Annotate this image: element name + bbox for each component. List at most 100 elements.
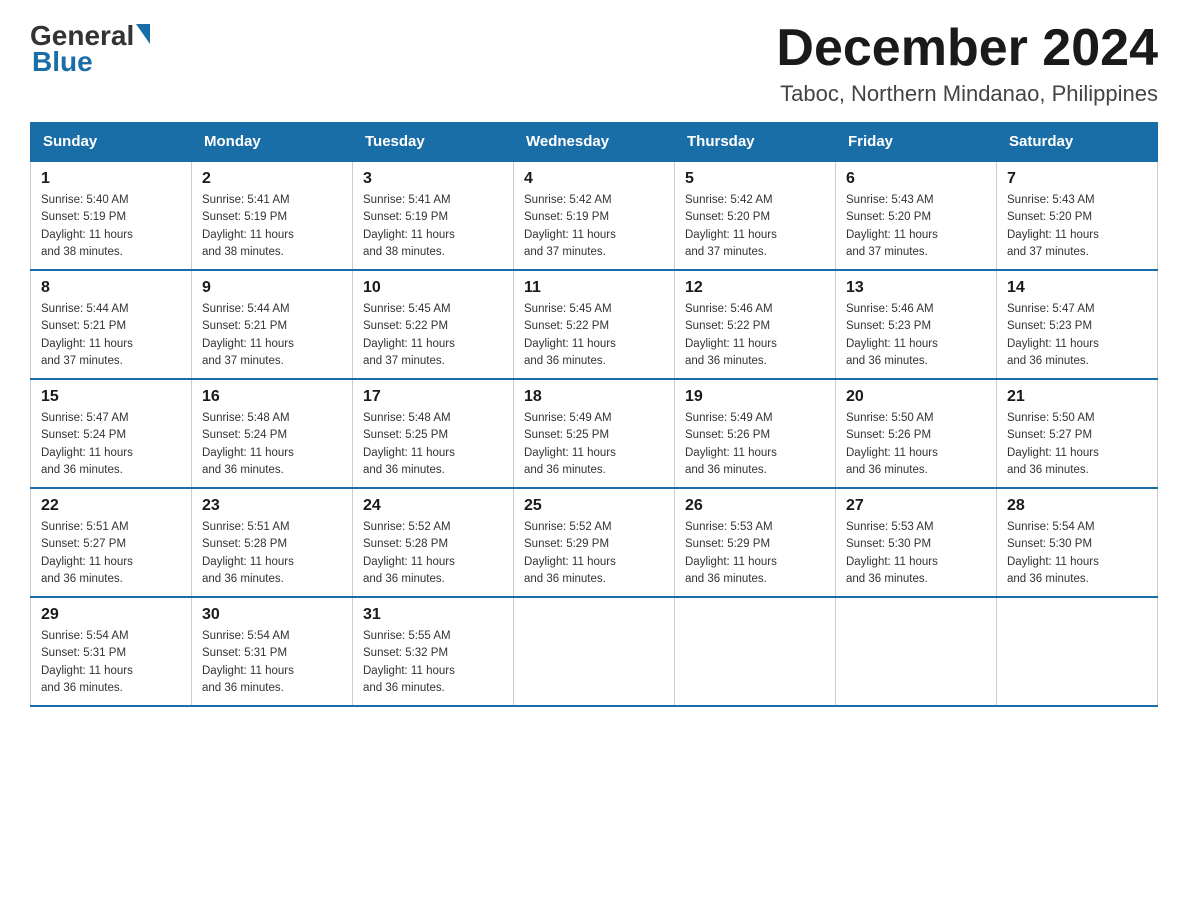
calendar-table: Sunday Monday Tuesday Wednesday Thursday… [30,122,1158,707]
title-section: December 2024 Taboc, Northern Mindanao, … [776,20,1158,107]
day-info: Sunrise: 5:54 AMSunset: 5:30 PMDaylight:… [1007,519,1147,588]
day-number: 1 [41,170,181,188]
day-info: Sunrise: 5:49 AMSunset: 5:25 PMDaylight:… [524,410,664,479]
table-row: 30 Sunrise: 5:54 AMSunset: 5:31 PMDayligh… [192,597,353,706]
table-row: 1 Sunrise: 5:40 AMSunset: 5:19 PMDaylight… [31,161,192,270]
table-row: 23 Sunrise: 5:51 AMSunset: 5:28 PMDayligh… [192,488,353,597]
day-number: 18 [524,388,664,406]
day-info: Sunrise: 5:43 AMSunset: 5:20 PMDaylight:… [846,192,986,261]
day-number: 12 [685,279,825,297]
day-info: Sunrise: 5:45 AMSunset: 5:22 PMDaylight:… [524,301,664,370]
day-number: 13 [846,279,986,297]
table-row: 5Sunrise: 5:42 AMSunset: 5:20 PMDaylight… [675,161,836,270]
day-info: Sunrise: 5:48 AMSunset: 5:24 PMDaylight:… [202,410,342,479]
calendar-week-row: 8 Sunrise: 5:44 AMSunset: 5:21 PMDaylight… [31,270,1158,379]
day-number: 2 [202,170,342,188]
day-info: Sunrise: 5:43 AMSunset: 5:20 PMDaylight:… [1007,192,1147,261]
day-info: Sunrise: 5:50 AMSunset: 5:26 PMDaylight:… [846,410,986,479]
table-row: 29 Sunrise: 5:54 AMSunset: 5:31 PMDayligh… [31,597,192,706]
day-info: Sunrise: 5:53 AMSunset: 5:30 PMDaylight:… [846,519,986,588]
table-row: 14 Sunrise: 5:47 AMSunset: 5:23 PMDayligh… [997,270,1158,379]
col-saturday: Saturday [997,123,1158,162]
col-wednesday: Wednesday [514,123,675,162]
table-row: 21 Sunrise: 5:50 AMSunset: 5:27 PMDayligh… [997,379,1158,488]
day-info: Sunrise: 5:50 AMSunset: 5:27 PMDaylight:… [1007,410,1147,479]
col-sunday: Sunday [31,123,192,162]
table-row: 2 Sunrise: 5:41 AMSunset: 5:19 PMDaylight… [192,161,353,270]
table-row: 4Sunrise: 5:42 AMSunset: 5:19 PMDaylight… [514,161,675,270]
calendar-week-row: 29 Sunrise: 5:54 AMSunset: 5:31 PMDayligh… [31,597,1158,706]
day-info: Sunrise: 5:47 AMSunset: 5:23 PMDaylight:… [1007,301,1147,370]
table-row: 13 Sunrise: 5:46 AMSunset: 5:23 PMDayligh… [836,270,997,379]
col-tuesday: Tuesday [353,123,514,162]
day-info: Sunrise: 5:53 AMSunset: 5:29 PMDaylight:… [685,519,825,588]
day-info: Sunrise: 5:54 AMSunset: 5:31 PMDaylight:… [202,628,342,697]
table-row: 24Sunrise: 5:52 AMSunset: 5:28 PMDayligh… [353,488,514,597]
col-friday: Friday [836,123,997,162]
day-info: Sunrise: 5:41 AMSunset: 5:19 PMDaylight:… [202,192,342,261]
day-number: 5 [685,170,825,188]
calendar-week-row: 1 Sunrise: 5:40 AMSunset: 5:19 PMDaylight… [31,161,1158,270]
table-row: 28 Sunrise: 5:54 AMSunset: 5:30 PMDayligh… [997,488,1158,597]
day-number: 15 [41,388,181,406]
calendar-week-row: 15 Sunrise: 5:47 AMSunset: 5:24 PMDayligh… [31,379,1158,488]
day-number: 26 [685,497,825,515]
table-row: 7 Sunrise: 5:43 AMSunset: 5:20 PMDaylight… [997,161,1158,270]
day-info: Sunrise: 5:46 AMSunset: 5:22 PMDaylight:… [685,301,825,370]
day-number: 7 [1007,170,1147,188]
day-number: 31 [363,606,503,624]
col-monday: Monday [192,123,353,162]
day-number: 22 [41,497,181,515]
day-number: 9 [202,279,342,297]
table-row: 6Sunrise: 5:43 AMSunset: 5:20 PMDaylight… [836,161,997,270]
day-info: Sunrise: 5:54 AMSunset: 5:31 PMDaylight:… [41,628,181,697]
day-number: 14 [1007,279,1147,297]
day-info: Sunrise: 5:48 AMSunset: 5:25 PMDaylight:… [363,410,503,479]
day-info: Sunrise: 5:52 AMSunset: 5:28 PMDaylight:… [363,519,503,588]
month-title: December 2024 [776,20,1158,77]
table-row: 22Sunrise: 5:51 AMSunset: 5:27 PMDayligh… [31,488,192,597]
table-row: 12 Sunrise: 5:46 AMSunset: 5:22 PMDayligh… [675,270,836,379]
logo-triangle-icon [136,24,150,44]
day-info: Sunrise: 5:40 AMSunset: 5:19 PMDaylight:… [41,192,181,261]
day-number: 28 [1007,497,1147,515]
day-info: Sunrise: 5:45 AMSunset: 5:22 PMDaylight:… [363,301,503,370]
day-number: 8 [41,279,181,297]
table-row: 27 Sunrise: 5:53 AMSunset: 5:30 PMDayligh… [836,488,997,597]
day-info: Sunrise: 5:55 AMSunset: 5:32 PMDaylight:… [363,628,503,697]
table-row: 19Sunrise: 5:49 AMSunset: 5:26 PMDayligh… [675,379,836,488]
day-info: Sunrise: 5:46 AMSunset: 5:23 PMDaylight:… [846,301,986,370]
table-row: 26 Sunrise: 5:53 AMSunset: 5:29 PMDayligh… [675,488,836,597]
day-number: 21 [1007,388,1147,406]
day-number: 30 [202,606,342,624]
day-info: Sunrise: 5:41 AMSunset: 5:19 PMDaylight:… [363,192,503,261]
day-info: Sunrise: 5:51 AMSunset: 5:28 PMDaylight:… [202,519,342,588]
day-number: 10 [363,279,503,297]
day-number: 16 [202,388,342,406]
table-row: 31 Sunrise: 5:55 AMSunset: 5:32 PMDayligh… [353,597,514,706]
day-number: 19 [685,388,825,406]
table-row: 3Sunrise: 5:41 AMSunset: 5:19 PMDaylight… [353,161,514,270]
table-row [514,597,675,706]
table-row: 10 Sunrise: 5:45 AMSunset: 5:22 PMDayligh… [353,270,514,379]
table-row [997,597,1158,706]
day-info: Sunrise: 5:42 AMSunset: 5:19 PMDaylight:… [524,192,664,261]
table-row [675,597,836,706]
day-number: 29 [41,606,181,624]
table-row: 25 Sunrise: 5:52 AMSunset: 5:29 PMDayligh… [514,488,675,597]
day-number: 20 [846,388,986,406]
table-row: 15 Sunrise: 5:47 AMSunset: 5:24 PMDayligh… [31,379,192,488]
calendar-week-row: 22Sunrise: 5:51 AMSunset: 5:27 PMDayligh… [31,488,1158,597]
table-row: 8 Sunrise: 5:44 AMSunset: 5:21 PMDaylight… [31,270,192,379]
day-info: Sunrise: 5:52 AMSunset: 5:29 PMDaylight:… [524,519,664,588]
day-info: Sunrise: 5:44 AMSunset: 5:21 PMDaylight:… [41,301,181,370]
page-header: General Blue December 2024 Taboc, Northe… [30,20,1158,107]
logo-blue-text: Blue [30,46,93,78]
day-number: 23 [202,497,342,515]
col-thursday: Thursday [675,123,836,162]
calendar-header-row: Sunday Monday Tuesday Wednesday Thursday… [31,123,1158,162]
day-number: 27 [846,497,986,515]
day-number: 25 [524,497,664,515]
table-row: 11Sunrise: 5:45 AMSunset: 5:22 PMDayligh… [514,270,675,379]
day-info: Sunrise: 5:47 AMSunset: 5:24 PMDaylight:… [41,410,181,479]
